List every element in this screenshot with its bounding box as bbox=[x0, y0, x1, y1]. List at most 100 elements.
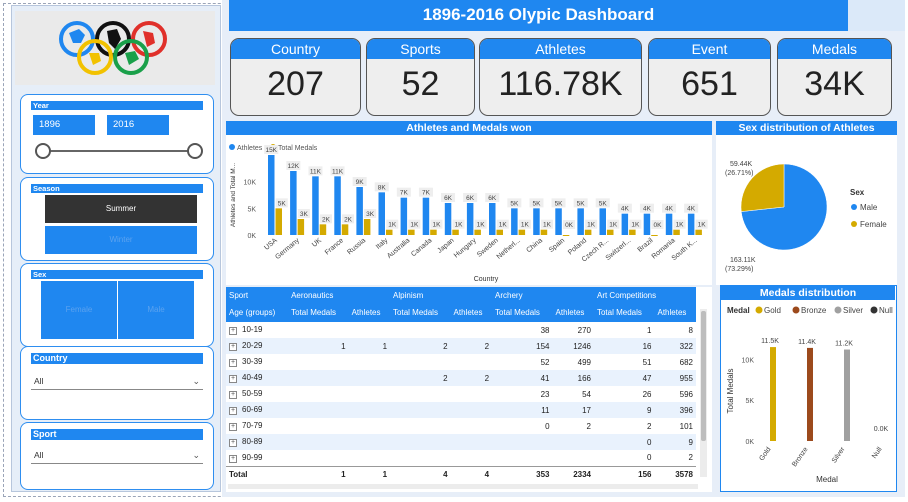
legend-silver-swatch bbox=[834, 306, 842, 314]
expand-icon[interactable]: + bbox=[229, 439, 237, 447]
matrix-sport-column-header[interactable]: Art Competitions bbox=[593, 287, 696, 303]
female-value-label: 59.44K bbox=[730, 161, 753, 168]
matrix-age-cell[interactable]: +30-39 bbox=[226, 354, 288, 370]
medal-data-label: 0.0K bbox=[874, 426, 889, 433]
matrix-age-cell[interactable]: +70-79 bbox=[226, 418, 288, 434]
matrix-age-cell[interactable]: +80-89 bbox=[226, 434, 289, 450]
matrix-sub-column-header[interactable]: Athletes bbox=[654, 303, 696, 322]
athletes-data-label: 5K bbox=[577, 200, 586, 207]
athletes-data-label: 5K bbox=[510, 200, 519, 207]
sex-option-male[interactable]: Male bbox=[118, 281, 194, 339]
matrix-value-cell: 17 bbox=[552, 402, 594, 418]
athletes-bar bbox=[334, 176, 341, 235]
y-axis-label: Total Medals bbox=[726, 369, 735, 414]
matrix-value-cell: 1 bbox=[647, 325, 652, 335]
olympic-logo bbox=[15, 11, 215, 85]
matrix-sub-column-header[interactable]: Athletes bbox=[348, 303, 391, 322]
matrix-value-cell: 11 bbox=[492, 402, 553, 418]
matrix-sub-column-header[interactable]: Total Medals bbox=[288, 303, 349, 322]
matrix-age-label: 40-49 bbox=[242, 373, 263, 382]
y-axis-label: Athletes and Total M... bbox=[230, 163, 237, 227]
sex-option-female[interactable]: Female bbox=[41, 281, 117, 339]
sport-dropdown-value: All bbox=[34, 450, 44, 460]
matrix-age-cell[interactable]: +50-59 bbox=[226, 386, 288, 402]
country-slicer-label: Country bbox=[31, 353, 203, 364]
year-range-start-handle[interactable] bbox=[35, 143, 51, 159]
table-row: +20-29 1 1 2 2 154 1246 16 322 bbox=[226, 338, 696, 354]
dashboard-title: 1896-2016 Olypic Dashboard bbox=[229, 0, 848, 31]
matrix-age-cell[interactable]: +20-29 bbox=[226, 338, 289, 354]
chevron-down-icon: ⌄ bbox=[192, 450, 200, 460]
matrix-value-cell bbox=[390, 450, 451, 466]
year-range-track[interactable] bbox=[43, 150, 195, 152]
y-tick-label: 0K bbox=[247, 233, 256, 240]
matrix-sub-column-header[interactable]: Total Medals bbox=[593, 303, 655, 322]
medals-matrix-table: Sport Aeronautics Alpinism Archery Art Compe… bbox=[226, 287, 696, 482]
athletes-data-label: 4K bbox=[643, 206, 652, 213]
matrix-age-header[interactable]: Age (groups) bbox=[226, 303, 289, 322]
matrix-value-cell: 8 bbox=[688, 325, 693, 335]
year-to-input[interactable]: 2016 bbox=[107, 115, 169, 135]
total-medals-data-label: 1K bbox=[410, 222, 419, 229]
year-from-input[interactable]: 1896 bbox=[33, 115, 95, 135]
matrix-age-cell[interactable]: +40-49 bbox=[226, 370, 289, 386]
matrix-value-cell: 38 bbox=[540, 325, 550, 335]
medal-data-label: 11.2K bbox=[835, 341, 853, 348]
matrix-value-cell bbox=[552, 434, 594, 450]
matrix-age-cell[interactable]: +10-19 bbox=[226, 322, 288, 338]
x-tick-label: Bronze bbox=[791, 446, 810, 468]
sport-dropdown[interactable]: All ⌄ bbox=[31, 447, 203, 464]
country-dropdown[interactable]: All ⌄ bbox=[31, 373, 203, 390]
matrix-sub-column-header[interactable]: Total Medals bbox=[492, 303, 553, 322]
expand-icon[interactable]: + bbox=[229, 343, 237, 351]
season-slicer-label: Season bbox=[31, 184, 203, 193]
matrix-value-cell bbox=[349, 354, 390, 370]
expand-icon[interactable]: + bbox=[229, 359, 237, 367]
matrix-total-label: Total bbox=[226, 465, 289, 482]
matrix-sub-column-header[interactable]: Total Medals bbox=[390, 303, 451, 322]
matrix-row-header: Sport bbox=[226, 287, 289, 303]
medal-data-label: 11.5K bbox=[761, 338, 779, 345]
legend-athletes-label: Athletes bbox=[237, 145, 263, 152]
matrix-scroll-thumb[interactable] bbox=[701, 311, 706, 441]
matrix-sub-column-header[interactable]: Athletes bbox=[450, 303, 493, 322]
athletes-data-label: 4K bbox=[687, 206, 696, 213]
matrix-sport-column-header[interactable]: Aeronautics bbox=[288, 287, 391, 303]
matrix-horizontal-scrollbar[interactable] bbox=[228, 484, 698, 489]
matrix-value-cell: 9 bbox=[593, 402, 655, 418]
matrix-value-cell bbox=[492, 434, 553, 450]
matrix-value-cell: 1 bbox=[348, 338, 391, 354]
athletes-bar bbox=[665, 213, 673, 235]
expand-icon[interactable]: + bbox=[229, 407, 237, 415]
expand-icon[interactable]: + bbox=[229, 423, 237, 431]
table-row: +80-89 0 9 bbox=[226, 434, 696, 450]
expand-icon[interactable]: + bbox=[229, 375, 237, 383]
matrix-sport-column-header[interactable]: Archery bbox=[492, 287, 594, 303]
total-medals-bar bbox=[319, 224, 327, 235]
expand-icon[interactable]: + bbox=[229, 391, 237, 399]
female-pct-label: (26.71%) bbox=[725, 170, 753, 177]
year-range-end-handle[interactable] bbox=[187, 143, 203, 159]
sex-distribution-pie-chart: 59.44K (26.71%) 163.11K (73.29%) Sex Male Fema… bbox=[725, 161, 887, 273]
matrix-age-label: 30-39 bbox=[242, 357, 263, 366]
total-medals-data-label: 2K bbox=[322, 216, 331, 223]
season-option-winter[interactable]: Winter bbox=[45, 226, 197, 254]
matrix-value-cell bbox=[451, 418, 492, 434]
season-option-summer[interactable]: Summer bbox=[45, 195, 197, 223]
medals-distribution-card: Medals distribution Medal Gold Bronze Silve… bbox=[720, 285, 897, 492]
matrix-age-label: 80-89 bbox=[242, 437, 263, 446]
expand-icon[interactable]: + bbox=[229, 454, 237, 463]
table-row: +60-69 11 17 9 396 bbox=[226, 402, 696, 418]
athletes-bar bbox=[533, 208, 540, 235]
x-tick-label: Italy bbox=[375, 237, 390, 251]
medal-data-label: 11.4K bbox=[798, 339, 816, 346]
matrix-value-cell bbox=[348, 370, 391, 386]
matrix-value-cell bbox=[348, 434, 391, 450]
x-tick-label: Japan bbox=[436, 237, 455, 255]
expand-icon[interactable]: + bbox=[229, 327, 237, 335]
matrix-age-cell[interactable]: +60-69 bbox=[226, 402, 289, 418]
matrix-age-cell[interactable]: +90-99 bbox=[226, 450, 288, 466]
matrix-sub-column-header[interactable]: Athletes bbox=[552, 303, 594, 322]
matrix-sport-column-header[interactable]: Alpinism bbox=[390, 287, 493, 303]
kpi-sports-label: Sports bbox=[367, 39, 474, 59]
